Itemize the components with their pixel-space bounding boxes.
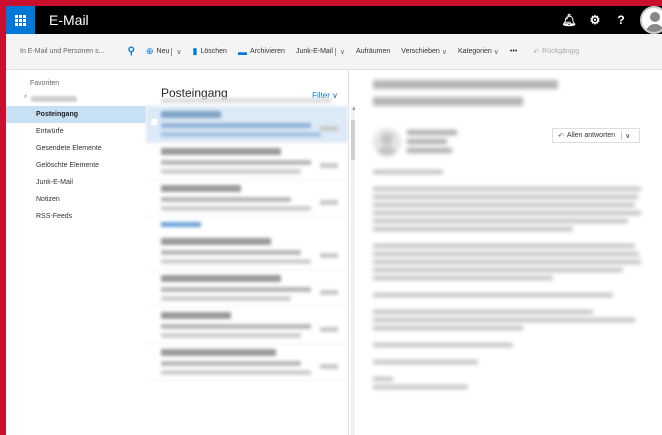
account-header[interactable]: ^: [24, 95, 146, 102]
list-item[interactable]: [146, 180, 348, 217]
list-item[interactable]: [146, 143, 348, 180]
sidebar-item-rss[interactable]: RSS-Feeds: [6, 208, 146, 225]
sidebar-item-sent[interactable]: Gesendete Elemente: [6, 140, 146, 157]
junk-label: Junk-E-Mail: [295, 48, 333, 55]
sender-info: [407, 130, 457, 157]
trash-icon: ▮: [192, 46, 198, 56]
checkbox[interactable]: [151, 119, 157, 125]
search-placeholder: In E-Mail und Personen s...: [20, 48, 105, 55]
categories-button[interactable]: Kategorien ∨: [458, 48, 499, 56]
app-frame: E-Mail 🔔︎ ⚙ ? In E-Mail und Personen s..…: [0, 0, 662, 435]
list-item[interactable]: [146, 344, 348, 381]
delete-button[interactable]: ▮ Löschen: [193, 46, 227, 57]
reply-all-button[interactable]: ↶ Allen antworten ∨: [552, 128, 640, 143]
top-bar: E-Mail 🔔︎ ⚙ ?: [6, 6, 662, 34]
chevron-up-icon: ^: [24, 95, 28, 102]
sweep-button[interactable]: Aufräumen: [356, 48, 390, 55]
list-item[interactable]: [146, 233, 348, 270]
list-item[interactable]: [146, 307, 348, 344]
undo-label: Rückgängig: [542, 48, 580, 55]
sidebar-item-deleted[interactable]: Gelöschte Elemente: [6, 157, 146, 174]
categories-label: Kategorien: [457, 48, 492, 55]
chevron-down-icon[interactable]: ∨: [176, 48, 181, 56]
waffle-icon: [15, 14, 26, 26]
delete-label: Löschen: [200, 48, 227, 55]
sidebar-item-notes[interactable]: Notizen: [6, 191, 146, 208]
list-item[interactable]: [146, 270, 348, 307]
chevron-down-icon: ∨: [441, 48, 447, 56]
move-button[interactable]: Verschieben ∨: [401, 48, 447, 56]
app-title: E-Mail: [49, 12, 89, 28]
junk-button[interactable]: Junk-E-Mail ∨: [295, 47, 345, 56]
sender-avatar: [373, 128, 401, 156]
more-button[interactable]: •••: [510, 48, 517, 55]
plus-icon: ⊕: [146, 46, 154, 56]
more-icon: •••: [509, 48, 518, 55]
search-icon[interactable]: ⚲: [128, 46, 135, 57]
account-name: [31, 95, 78, 102]
help-button[interactable]: ?: [608, 6, 634, 34]
favorites-heading[interactable]: Favoriten: [30, 80, 146, 87]
group-header: [146, 217, 348, 233]
app-launcher-button[interactable]: [6, 6, 35, 34]
message-body: [373, 170, 645, 393]
search-input[interactable]: In E-Mail und Personen s... ⚲: [20, 44, 135, 60]
avatar[interactable]: [640, 6, 662, 34]
chevron-down-icon[interactable]: ∨: [625, 132, 630, 140]
reading-pane: ↶ Allen antworten ∨: [355, 70, 662, 435]
reply-all-icon: ↶: [558, 132, 564, 140]
message-subject: [373, 80, 558, 114]
gear-icon[interactable]: ⚙: [582, 6, 608, 34]
sidebar-item-drafts[interactable]: Entwürfe: [6, 123, 146, 140]
archive-button[interactable]: ▬ Archivieren: [238, 47, 285, 57]
move-label: Verschieben: [401, 48, 440, 55]
chevron-down-icon: ∨: [493, 48, 499, 56]
reply-all-label: Allen antworten: [566, 132, 616, 139]
bell-icon[interactable]: 🔔︎: [556, 6, 582, 34]
command-bar: In E-Mail und Personen s... ⚲ ⊕ Neu ∨ ▮ …: [6, 34, 662, 70]
sweep-label: Aufräumen: [356, 48, 391, 55]
message-list: Posteingang Filter ∨ ▲: [146, 70, 357, 435]
undo-icon: ↶: [533, 48, 540, 56]
new-button[interactable]: ⊕ Neu ∨: [146, 46, 182, 57]
archive-label: Archivieren: [249, 48, 285, 55]
list-item[interactable]: [146, 106, 348, 143]
undo-button[interactable]: ↶ Rückgängig: [533, 48, 579, 56]
sidebar-item-junk[interactable]: Junk-E-Mail: [6, 174, 146, 191]
archive-icon: ▬: [237, 46, 247, 57]
new-label: Neu: [156, 48, 170, 55]
sidebar-item-inbox[interactable]: Posteingang: [6, 106, 146, 123]
folder-pane: Favoriten ^ Posteingang Entwürfe Gesende…: [6, 70, 146, 435]
chevron-down-icon[interactable]: ∨: [340, 48, 345, 56]
